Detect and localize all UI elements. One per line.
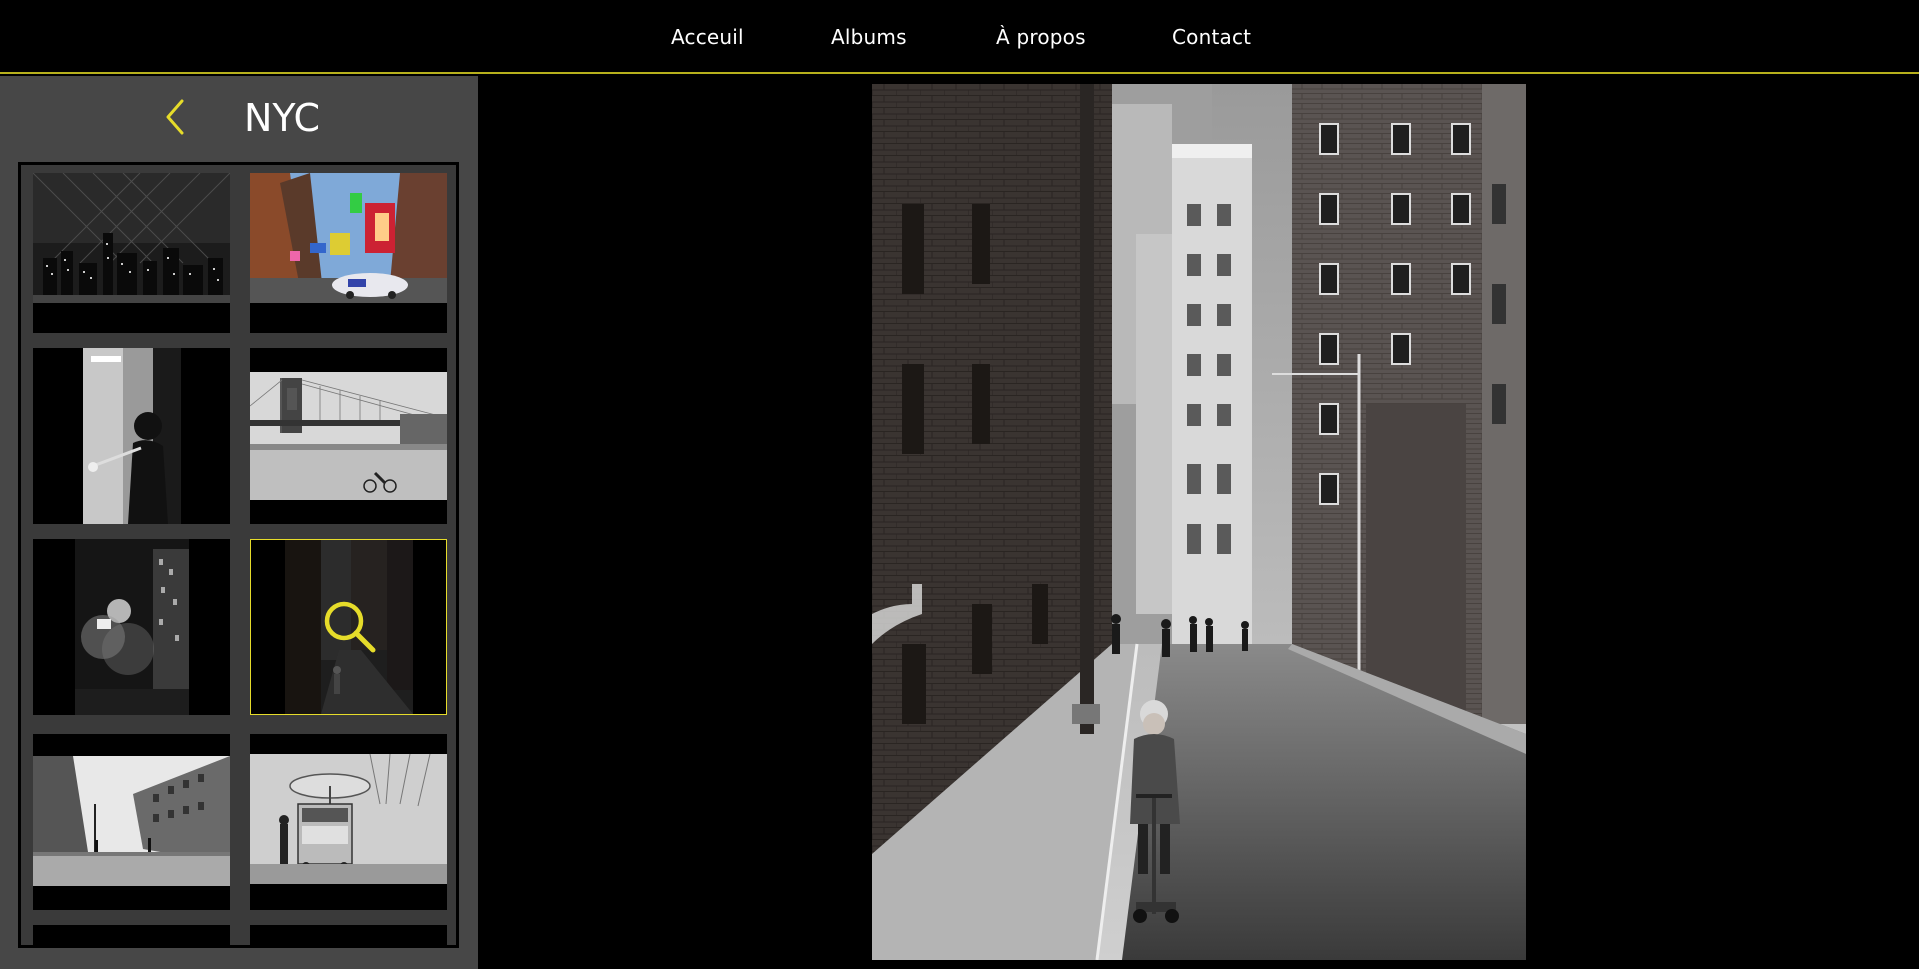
thumbnail-partial[interactable] [250, 925, 447, 945]
nav-a-propos[interactable]: À propos [996, 25, 1086, 49]
chevron-left-icon [166, 99, 184, 135]
thumbnail-steam-street[interactable] [33, 539, 230, 715]
thumbnail-gallery[interactable] [18, 162, 459, 948]
thumbnail-image [33, 173, 230, 303]
thumbnail-image [33, 734, 230, 910]
top-nav: Acceuil Albums À propos Contact [0, 0, 1919, 74]
thumbnail-avenue-street[interactable] [33, 734, 230, 910]
thumbnail-city-skyline[interactable] [33, 173, 230, 333]
thumbnail-trumpet-player[interactable] [33, 348, 230, 524]
thumbnail-alley-child-selected[interactable] [250, 539, 447, 715]
main-photo[interactable] [872, 84, 1526, 960]
thumbnail-hot-dog-cart[interactable] [250, 734, 447, 910]
back-button[interactable] [160, 96, 192, 138]
thumbnail-image [250, 173, 447, 303]
album-sidebar: NYC [0, 76, 478, 969]
thumbnail-brooklyn-bridge[interactable] [250, 348, 447, 524]
thumbnail-image [250, 348, 447, 524]
nav-albums[interactable]: Albums [831, 25, 907, 49]
thumbnail-image [250, 734, 447, 910]
nav-contact[interactable]: Contact [1172, 25, 1251, 49]
album-title: NYC [244, 96, 321, 140]
nav-acceuil[interactable]: Acceuil [671, 25, 744, 49]
thumbnail-times-square[interactable] [250, 173, 447, 333]
thumbnail-partial[interactable] [33, 925, 230, 945]
photo-viewer [478, 76, 1919, 969]
thumbnail-image [33, 348, 230, 524]
thumbnail-image [33, 539, 230, 715]
magnifier-icon [324, 601, 376, 653]
